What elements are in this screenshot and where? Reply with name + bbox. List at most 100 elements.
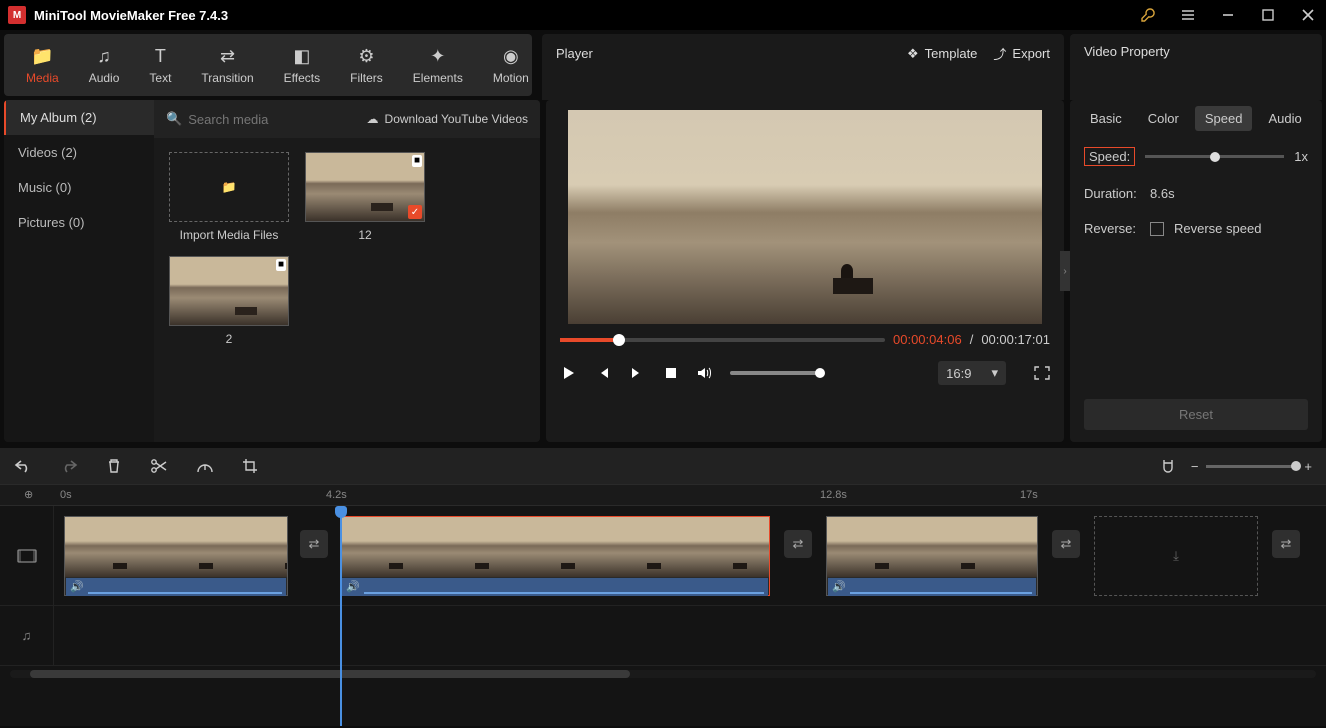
timeline-clip-1[interactable]: 🔊: [64, 516, 288, 596]
delete-button[interactable]: [106, 458, 122, 474]
library-sidebar: My Album (2) Videos (2) Music (0) Pictur…: [4, 100, 154, 442]
media-clip-2[interactable]: ■ 2: [168, 256, 290, 346]
transition-icon: ⇄: [220, 46, 235, 67]
stop-button[interactable]: [662, 366, 680, 380]
preview-viewport[interactable]: [568, 110, 1042, 324]
add-track-icon[interactable]: ⊕: [24, 488, 33, 501]
speed-slider[interactable]: [1145, 155, 1284, 158]
tab-text[interactable]: TText: [137, 40, 183, 91]
folder-icon: 📁: [222, 180, 237, 194]
crop-button[interactable]: [242, 458, 258, 474]
zoom-in-button[interactable]: +: [1304, 459, 1312, 474]
prev-frame-button[interactable]: [594, 366, 612, 380]
tab-transition[interactable]: ⇄Transition: [189, 40, 265, 91]
search-input[interactable]: [188, 112, 366, 127]
app-title: MiniTool MovieMaker Free 7.4.3: [34, 8, 1118, 23]
video-track-header[interactable]: [0, 506, 54, 605]
timeline-clip-2-selected[interactable]: 🔊: [340, 516, 770, 596]
download-icon: ⤓: [1173, 548, 1179, 564]
prop-tab-basic[interactable]: Basic: [1080, 106, 1132, 131]
tab-audio[interactable]: ♫Audio: [77, 40, 132, 91]
reverse-text: Reverse speed: [1174, 221, 1261, 236]
speaker-icon: 🔊: [70, 580, 84, 593]
zoom-out-button[interactable]: −: [1191, 459, 1199, 474]
play-button[interactable]: [560, 366, 578, 380]
tab-elements[interactable]: ✦Elements: [401, 40, 475, 91]
speaker-icon: 🔊: [346, 580, 360, 593]
music-note-icon: ♫: [97, 46, 111, 67]
seek-bar[interactable]: [560, 338, 885, 342]
import-media-button[interactable]: 📁 Import Media Files: [168, 152, 290, 242]
tab-effects[interactable]: ◧Effects: [272, 40, 332, 91]
export-icon: ⤴: [993, 44, 1006, 63]
chevron-down-icon: ▾: [991, 365, 998, 381]
template-button[interactable]: ❖Template: [907, 46, 977, 62]
menu-icon[interactable]: [1178, 5, 1198, 25]
folder-icon: 📁: [31, 46, 53, 67]
timeline-ruler[interactable]: ⊕ 0s 4.2s 12.8s 17s: [0, 484, 1326, 506]
effects-icon: ◧: [293, 46, 310, 67]
close-icon[interactable]: [1298, 5, 1318, 25]
sidebar-item-pictures[interactable]: Pictures (0): [4, 205, 154, 240]
transition-slot-2[interactable]: ⇄: [784, 530, 812, 558]
split-button[interactable]: [150, 458, 168, 474]
tab-filters[interactable]: ⚙Filters: [338, 40, 395, 91]
speaker-icon: 🔊: [832, 580, 846, 593]
export-button[interactable]: ⤴Export: [993, 44, 1050, 63]
volume-icon[interactable]: [696, 366, 714, 380]
sidebar-item-music[interactable]: Music (0): [4, 170, 154, 205]
check-icon: ✓: [408, 205, 422, 219]
speed-value: 1x: [1294, 149, 1308, 164]
next-frame-button[interactable]: [628, 366, 646, 380]
player-title: Player: [556, 46, 891, 61]
property-title: Video Property: [1070, 34, 1322, 69]
text-icon: T: [155, 46, 166, 67]
collapse-panel-button[interactable]: ›: [1060, 251, 1070, 291]
aspect-ratio-dropdown[interactable]: 16:9▾: [938, 361, 1006, 385]
cloud-download-icon: ☁: [367, 112, 379, 126]
drop-media-zone[interactable]: ⤓: [1094, 516, 1258, 596]
video-badge-icon: ■: [412, 155, 422, 167]
prop-tab-color[interactable]: Color: [1138, 106, 1189, 131]
time-current: 00:00:04:06: [893, 332, 962, 347]
transition-slot-4[interactable]: ⇄: [1272, 530, 1300, 558]
transition-slot-1[interactable]: ⇄: [300, 530, 328, 558]
tab-media[interactable]: 📁Media: [14, 40, 71, 91]
key-icon[interactable]: [1138, 5, 1158, 25]
redo-button[interactable]: [60, 458, 78, 474]
time-total: 00:00:17:01: [981, 332, 1050, 347]
minimize-icon[interactable]: [1218, 5, 1238, 25]
download-youtube-button[interactable]: ☁Download YouTube Videos: [367, 112, 528, 126]
sidebar-item-videos[interactable]: Videos (2): [4, 135, 154, 170]
speed-tool-button[interactable]: [196, 458, 214, 474]
playhead[interactable]: [340, 506, 342, 726]
sidebar-album-header[interactable]: My Album (2): [4, 100, 154, 135]
fullscreen-button[interactable]: [1034, 366, 1050, 380]
timeline-scrollbar[interactable]: [10, 670, 1316, 678]
snap-icon[interactable]: [1161, 458, 1175, 474]
prop-tab-speed[interactable]: Speed: [1195, 106, 1253, 131]
duration-value: 8.6s: [1150, 186, 1175, 201]
elements-icon: ✦: [430, 46, 445, 67]
media-clip-12[interactable]: ■✓ 12: [304, 152, 426, 242]
speed-label: Speed:: [1084, 147, 1135, 166]
template-icon: ❖: [907, 46, 919, 62]
timeline-clip-3[interactable]: 🔊: [826, 516, 1038, 596]
filters-icon: ⚙: [358, 46, 374, 67]
transition-slot-3[interactable]: ⇄: [1052, 530, 1080, 558]
reverse-checkbox[interactable]: [1150, 222, 1164, 236]
tab-motion[interactable]: ◉Motion: [481, 40, 541, 91]
reverse-label: Reverse:: [1084, 221, 1140, 236]
volume-slider[interactable]: [730, 371, 820, 375]
prop-tab-audio[interactable]: Audio: [1258, 106, 1311, 131]
audio-track-header[interactable]: ♫: [0, 606, 54, 665]
app-logo: M: [8, 6, 26, 24]
zoom-slider[interactable]: [1206, 465, 1296, 468]
motion-icon: ◉: [503, 46, 519, 67]
maximize-icon[interactable]: [1258, 5, 1278, 25]
reset-button[interactable]: Reset: [1084, 399, 1308, 430]
video-badge-icon: ■: [276, 259, 286, 271]
top-tool-tabs: 📁Media ♫Audio TText ⇄Transition ◧Effects…: [4, 34, 532, 96]
duration-label: Duration:: [1084, 186, 1140, 201]
undo-button[interactable]: [14, 458, 32, 474]
